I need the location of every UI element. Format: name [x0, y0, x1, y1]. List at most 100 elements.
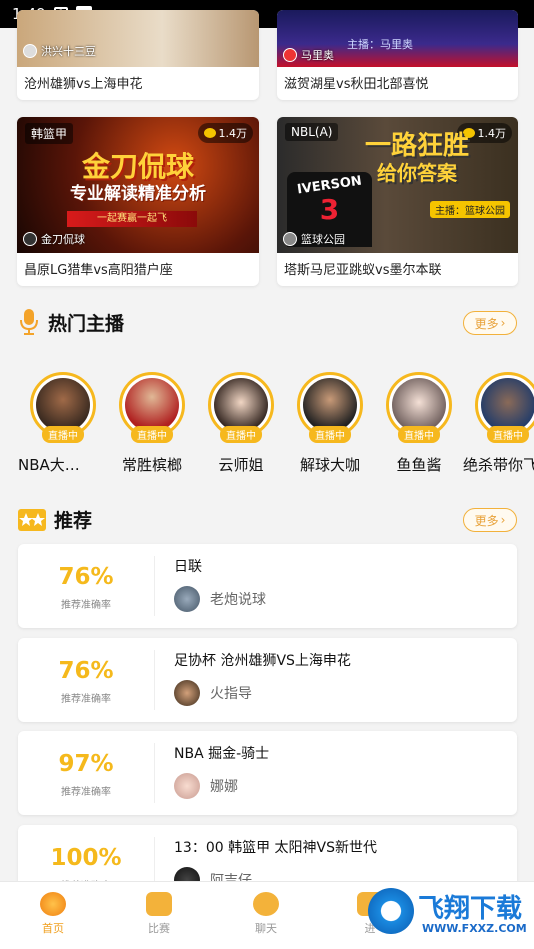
section-title: 热门主播 [48, 312, 125, 335]
anchor-avatar [36, 378, 90, 432]
promo-subline: 专业解读精准分析 [70, 184, 206, 204]
live-badge: 直播中 [220, 426, 262, 443]
live-card-host: 洪兴十三豆 [23, 43, 96, 59]
recommend-item[interactable]: 76% 推荐准确率 日联 老炮说球 [18, 544, 517, 628]
live-badge: 直播中 [42, 426, 84, 443]
overlay-text: 主播：马里奥 [347, 38, 413, 51]
anchor-name: NBA大… [18, 456, 80, 474]
accuracy-value: 100% [50, 845, 122, 871]
more-anchors-button[interactable]: 更多 › [463, 311, 517, 335]
match-title: 13：00 韩篮甲 太阳神VS新世代 [174, 840, 377, 856]
author: 老炮说球 [174, 586, 266, 612]
divider [154, 743, 155, 803]
live-badge: 直播中 [487, 426, 529, 443]
author: 火指导 [174, 680, 252, 706]
anchor-name: 绝杀带你飞 [463, 456, 534, 474]
watermark-logo-icon [368, 888, 414, 934]
live-card-title: 昌原LG猎隼vs高阳猎户座 [24, 263, 173, 278]
anchor-item[interactable]: 直播中 NBA大… [18, 372, 108, 475]
live-card[interactable]: 韩篮甲 1.4万 金刀侃球 专业解读精准分析 一起赛赢一起飞 金刀侃球 昌原LG… [17, 117, 259, 286]
accuracy-value: 76% [58, 658, 114, 684]
recommend-header: 推荐 [18, 506, 92, 533]
tab-home[interactable]: 首页 [13, 892, 93, 936]
anchor-name: 云师姐 [218, 456, 264, 474]
anchor-item[interactable]: 直播中 常胜槟榔 [107, 372, 197, 475]
live-card-host: 金刀侃球 [23, 231, 85, 247]
recommend-item[interactable]: 97% 推荐准确率 NBA 掘金-骑士 娜娜 [18, 731, 517, 815]
hot-anchors-header: 热门主播 [18, 308, 124, 336]
watermark-text: 飞翔下载 [418, 894, 523, 924]
anchor-name: 鱼鱼酱 [396, 456, 442, 474]
watermark-url: WWW.FXXZ.COM [422, 922, 527, 935]
recommend-item[interactable]: 76% 推荐准确率 足协杯 沧州雄狮VS上海申花 火指导 [18, 638, 517, 722]
anchor-avatar [214, 378, 268, 432]
author-avatar [174, 586, 200, 612]
live-card[interactable]: 主播：马里奥 马里奥 滋贺湖星vs秋田北部喜悦 [277, 10, 518, 100]
anchor-avatar [392, 378, 446, 432]
live-card-host: 篮球公园 [283, 231, 345, 247]
divider [154, 556, 155, 616]
accuracy-value: 76% [58, 564, 114, 590]
live-card-thumbnail: 主播：马里奥 马里奥 [277, 10, 518, 67]
author: 娜娜 [174, 773, 238, 799]
anchor-item[interactable]: 直播中 绝杀带你飞 [463, 372, 534, 475]
match-title: 日联 [174, 559, 202, 575]
anchor-avatar [303, 378, 357, 432]
author-avatar [174, 773, 200, 799]
stars-icon [18, 508, 46, 531]
overlay-text: 主播：篮球公园 [430, 201, 510, 218]
viewer-count: 1.4万 [197, 123, 253, 143]
accuracy-value: 97% [58, 751, 114, 777]
live-badge: 直播中 [309, 426, 351, 443]
anchor-avatar [125, 378, 179, 432]
promo-subline: 给你答案 [377, 161, 457, 185]
host-avatar [283, 232, 297, 246]
hot-anchor-list: 直播中 NBA大… 直播中 常胜槟榔 直播中 云师姐 直播中 解球大咖 直播中 … [0, 372, 534, 482]
more-recommend-button[interactable]: 更多 › [463, 508, 517, 532]
anchor-item[interactable]: 直播中 解球大咖 [285, 372, 375, 475]
chevron-right-icon: › [500, 513, 506, 527]
section-title: 推荐 [54, 510, 93, 532]
author-name: 老炮说球 [210, 592, 266, 608]
host-name: 篮球公园 [301, 233, 345, 246]
match-title: NBA 掘金-骑士 [174, 746, 270, 762]
live-card-host: 马里奥 [283, 47, 334, 63]
live-card-title: 塔斯马尼亚跳蚁vs墨尔本联 [284, 263, 442, 278]
host-name: 洪兴十三豆 [41, 45, 96, 58]
watermark: 飞翔下载 WWW.FXXZ.COM [368, 884, 528, 946]
scoreboard-icon [146, 892, 172, 916]
author-name: 娜娜 [210, 779, 238, 795]
host-name: 马里奥 [301, 49, 334, 62]
divider [154, 650, 155, 710]
anchor-avatar [481, 378, 534, 432]
live-card[interactable]: NBL(A) 1.4万 IVERSON 3 一路狂胜 给你答案 主播：篮球公园 … [277, 117, 518, 286]
accuracy-label: 推荐准确率 [61, 787, 111, 798]
league-tag: 韩篮甲 [25, 123, 74, 144]
microphone-icon [20, 309, 38, 335]
tab-matches[interactable]: 比赛 [119, 892, 199, 936]
host-avatar [23, 232, 37, 246]
anchor-item[interactable]: 直播中 鱼鱼酱 [374, 372, 464, 475]
live-badge: 直播中 [131, 426, 173, 443]
tab-chat[interactable]: 聊天 [226, 892, 306, 936]
anchor-name: 解球大咖 [299, 456, 360, 474]
viewers-icon [203, 128, 216, 138]
home-icon [40, 892, 66, 916]
host-name: 金刀侃球 [41, 233, 85, 246]
live-card[interactable]: 洪兴十三豆 沧州雄狮vs上海申花 [17, 10, 259, 100]
host-avatar [283, 48, 297, 62]
match-title: 足协杯 沧州雄狮VS上海申花 [174, 653, 351, 669]
accuracy-label: 推荐准确率 [61, 694, 111, 705]
anchor-item[interactable]: 直播中 云师姐 [196, 372, 286, 475]
live-card-title: 滋贺湖星vs秋田北部喜悦 [284, 77, 429, 92]
host-avatar [23, 44, 37, 58]
chat-icon [253, 892, 279, 916]
author-avatar [174, 680, 200, 706]
live-card-thumbnail: 洪兴十三豆 [17, 10, 259, 67]
live-badge: 直播中 [398, 426, 440, 443]
anchor-name: 常胜槟榔 [121, 456, 182, 474]
live-card-title: 沧州雄狮vs上海申花 [24, 77, 143, 92]
chevron-right-icon: › [500, 316, 506, 330]
promo-banner: 一起赛赢一起飞 [67, 211, 197, 227]
author-name: 火指导 [210, 686, 252, 702]
